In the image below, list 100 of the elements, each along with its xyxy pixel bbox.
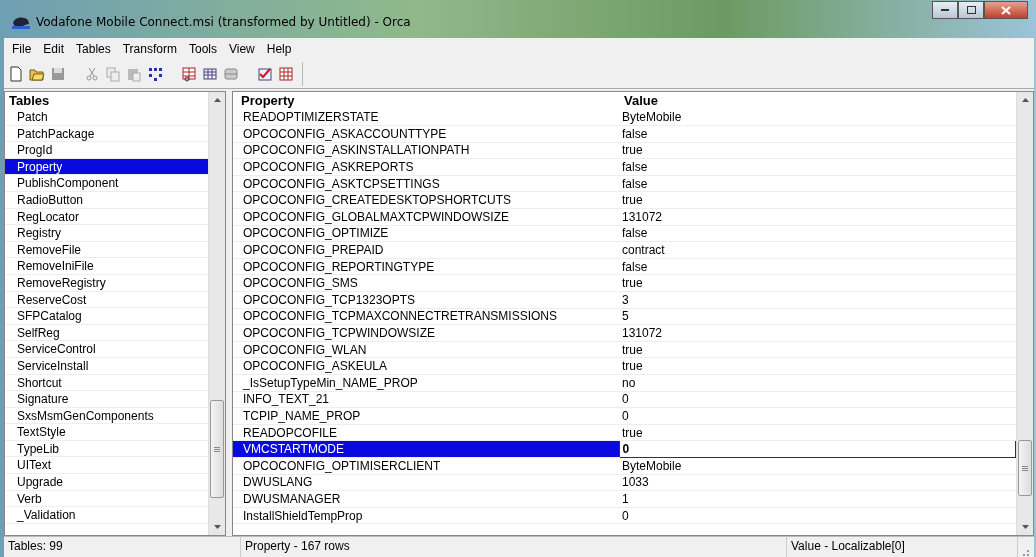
table-list-item[interactable]: RemoveRegistry xyxy=(5,274,208,292)
table-cell[interactable]: true xyxy=(619,274,1016,292)
table-list-item[interactable]: SxsMsmGenComponents xyxy=(5,407,208,425)
table-cell[interactable]: DWUSLANG xyxy=(233,474,619,491)
table-cell[interactable]: OPCOCONFIG_ASKREPORTS xyxy=(233,158,619,176)
table-list-item[interactable]: SelfReg xyxy=(5,324,208,342)
save-icon[interactable] xyxy=(50,66,66,82)
column-header[interactable]: Property xyxy=(233,92,619,109)
close-button[interactable] xyxy=(984,1,1028,19)
menu-item[interactable]: View xyxy=(222,40,261,58)
scroll-thumb[interactable] xyxy=(1018,440,1032,496)
menu-item[interactable]: Tables xyxy=(70,40,117,58)
table-cell[interactable]: OPCOCONFIG_TCPWINDOWSIZE xyxy=(233,324,619,342)
table-cell[interactable]: OPCOCONFIG_GLOBALMAXTCPWINDOWSIZE xyxy=(233,208,619,226)
table-cell[interactable]: true xyxy=(619,191,1016,209)
table-cell[interactable]: OPCOCONFIG_OPTIMISERCLIENT xyxy=(233,457,619,475)
table-list-item[interactable]: PublishComponent xyxy=(5,175,208,192)
table-cell[interactable]: _IsSetupTypeMin_NAME_PROP xyxy=(233,374,619,392)
table-icon[interactable] xyxy=(202,66,218,82)
table-cell[interactable]: 131072 xyxy=(619,324,1016,342)
column-header: Tables xyxy=(8,92,51,109)
scrollbar[interactable] xyxy=(208,92,225,535)
table-cell[interactable]: ByteMobile xyxy=(619,109,1016,126)
table-cell[interactable]: no xyxy=(619,374,1016,392)
table-cell[interactable]: false xyxy=(619,258,1016,275)
table-tool-icon[interactable] xyxy=(181,66,197,82)
menu-item[interactable]: File xyxy=(6,40,38,58)
table-icon[interactable] xyxy=(223,66,239,82)
table-cell[interactable]: 0 xyxy=(619,440,1016,458)
table-cell[interactable]: OPCOCONFIG_TCPMAXCONNECTRETRANSMISSIONS xyxy=(233,308,619,325)
table-list-item[interactable]: RegLocator xyxy=(5,208,208,226)
table-cell[interactable]: false xyxy=(619,125,1016,143)
table-list-item[interactable]: Shortcut xyxy=(5,374,208,392)
maximize-button[interactable] xyxy=(958,1,984,19)
table-cell[interactable]: 3 xyxy=(619,291,1016,309)
grid-icon[interactable] xyxy=(147,66,163,82)
table-cell[interactable]: false xyxy=(619,175,1016,192)
table-cell[interactable]: false xyxy=(619,225,1016,242)
table-list-item[interactable]: TypeLib xyxy=(5,440,208,458)
table-cell[interactable]: 0 xyxy=(619,391,1016,408)
table-list-item[interactable]: RemoveFile xyxy=(5,241,208,259)
table-list-item[interactable]: PatchPackage xyxy=(5,125,208,143)
table-cell[interactable]: InstallShieldTempProp xyxy=(233,507,619,524)
table-cell[interactable]: 1 xyxy=(619,490,1016,508)
table-list-item[interactable]: ReserveCost xyxy=(5,291,208,309)
table-list-item[interactable]: RadioButton xyxy=(5,191,208,209)
table-cell[interactable]: true xyxy=(619,357,1016,375)
table-cell[interactable]: OPCOCONFIG_REPORTINGTYPE xyxy=(233,258,619,275)
table-cell[interactable]: true xyxy=(619,424,1016,441)
table-cell[interactable]: OPCOCONFIG_ASKTCPSETTINGS xyxy=(233,175,619,192)
table-icon[interactable] xyxy=(278,66,294,82)
table-list-item[interactable]: Signature xyxy=(5,391,208,408)
table-list-item[interactable]: ServiceInstall xyxy=(5,357,208,375)
table-cell[interactable]: OPCOCONFIG_TCP1323OPTS xyxy=(233,291,619,309)
table-cell[interactable]: ByteMobile xyxy=(619,457,1016,475)
table-cell[interactable]: OPCOCONFIG_OPTIMIZE xyxy=(233,225,619,242)
table-cell[interactable]: DWUSMANAGER xyxy=(233,490,619,508)
table-list-item[interactable]: Patch xyxy=(5,109,208,126)
table-cell[interactable]: 0 xyxy=(619,407,1016,425)
minimize-button[interactable] xyxy=(932,1,958,19)
table-cell[interactable]: OPCOCONFIG_SMS xyxy=(233,274,619,292)
scrollbar[interactable] xyxy=(1016,92,1033,535)
table-cell[interactable]: 1033 xyxy=(619,474,1016,491)
menu-item[interactable]: Help xyxy=(260,40,298,58)
table-list-item[interactable]: ServiceControl xyxy=(5,341,208,358)
column-header[interactable]: Value xyxy=(619,92,1016,109)
table-cell[interactable]: true xyxy=(619,142,1016,159)
new-file-icon[interactable] xyxy=(8,66,24,82)
menu-item[interactable]: Transform xyxy=(116,40,183,58)
table-list-item[interactable]: Registry xyxy=(5,225,208,242)
table-cell[interactable]: contract xyxy=(619,241,1016,259)
table-cell[interactable]: false xyxy=(619,158,1016,176)
table-cell[interactable]: INFO_TEXT_21 xyxy=(233,391,619,408)
menu-item[interactable]: Edit xyxy=(37,40,71,58)
validate-icon[interactable] xyxy=(257,66,273,82)
table-cell[interactable]: OPCOCONFIG_PREPAID xyxy=(233,241,619,259)
table-list-item[interactable]: ProgId xyxy=(5,142,208,159)
table-cell[interactable]: OPCOCONFIG_ASKEULA xyxy=(233,357,619,375)
table-cell[interactable]: TCPIP_NAME_PROP xyxy=(233,407,619,425)
table-cell[interactable]: 5 xyxy=(619,308,1016,325)
table-cell[interactable]: OPCOCONFIG_CREATEDESKTOPSHORTCUTS xyxy=(233,191,619,209)
table-cell[interactable]: OPCOCONFIG_WLAN xyxy=(233,341,619,358)
window-title: Vodafone Mobile Connect.msi (transformed by Untitled) - Orca xyxy=(36,15,412,29)
table-cell[interactable]: 0 xyxy=(619,507,1016,524)
table-list-item[interactable]: _Validation xyxy=(5,507,208,524)
table-cell[interactable]: OPCOCONFIG_ASKACCOUNTTYPE xyxy=(233,125,619,143)
open-folder-icon[interactable] xyxy=(29,66,45,82)
table-cell[interactable]: 131072 xyxy=(619,208,1016,226)
table-cell[interactable]: OPCOCONFIG_ASKINSTALLATIONPATH xyxy=(233,142,619,159)
table-list-item[interactable]: RemoveIniFile xyxy=(5,258,208,275)
table-list-item[interactable]: UIText xyxy=(5,457,208,475)
table-list-item[interactable]: SFPCatalog xyxy=(5,308,208,325)
table-list-item[interactable]: Verb xyxy=(5,490,208,508)
menu-item[interactable]: Tools xyxy=(182,40,223,58)
table-cell[interactable]: READOPTIMIZERSTATE xyxy=(233,109,619,126)
table-list-item[interactable]: Upgrade xyxy=(5,474,208,491)
table-cell[interactable]: true xyxy=(619,341,1016,358)
table-list-item[interactable]: TextStyle xyxy=(5,424,208,441)
table-cell[interactable]: READOPCOFILE xyxy=(233,424,619,441)
scroll-thumb[interactable] xyxy=(210,400,224,498)
